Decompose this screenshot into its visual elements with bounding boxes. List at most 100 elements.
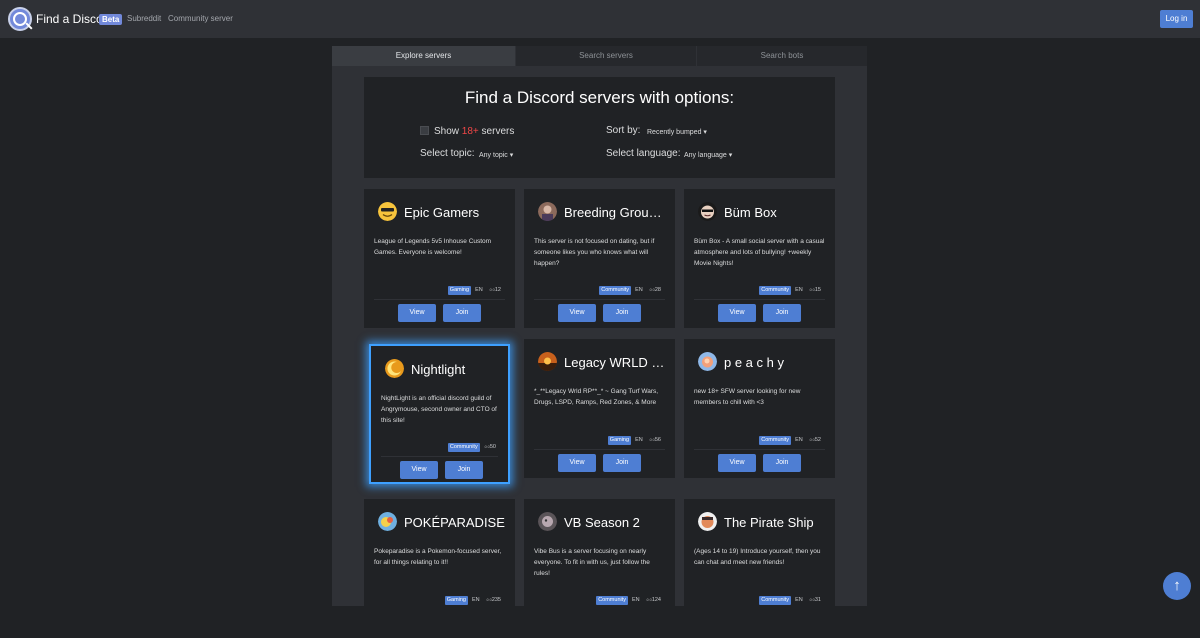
server-card: The Pirate Ship (Ages 14 to 19) Introduc… xyxy=(684,499,835,638)
server-avatar xyxy=(538,352,557,371)
member-count: 52 xyxy=(809,437,821,443)
member-count: 235 xyxy=(486,597,501,603)
nav-link-community-server[interactable]: Community server xyxy=(168,14,233,23)
show-18-label[interactable]: Show 18+ servers xyxy=(434,126,514,137)
topic-tag[interactable]: Community xyxy=(596,596,628,605)
server-name: Nightlight xyxy=(411,362,466,377)
server-meta: CommunityEN 52 xyxy=(759,435,821,445)
topic-tag[interactable]: Community xyxy=(759,436,792,445)
join-button[interactable]: Join xyxy=(763,304,801,322)
member-count: 31 xyxy=(809,597,821,603)
server-meta: GamingEN 12 xyxy=(447,285,501,295)
server-meta: Community EN 124 xyxy=(596,595,661,605)
server-card: Büm Box Büm Box - A small social server … xyxy=(684,189,835,328)
nav-link-subreddit[interactable]: Subreddit xyxy=(127,14,161,23)
tab-search-servers[interactable]: Search servers xyxy=(516,46,696,66)
topic-tag[interactable]: Gaming xyxy=(444,596,468,605)
server-avatar xyxy=(538,512,557,531)
join-button[interactable]: Join xyxy=(603,454,641,472)
member-count: 28 xyxy=(649,287,661,293)
view-button[interactable]: View xyxy=(718,304,756,322)
server-description: *_**Legacy Wrld RP**_* ~ Gang Turf Wars,… xyxy=(534,388,659,406)
server-avatar xyxy=(378,202,397,221)
server-avatar xyxy=(538,202,557,221)
server-meta: Gaming EN 235 xyxy=(444,595,501,605)
view-button[interactable]: View xyxy=(400,461,438,479)
topic-tag[interactable]: Gaming xyxy=(447,286,472,295)
topic-label: Select topic: xyxy=(420,148,475,159)
language-code: EN xyxy=(635,287,643,293)
server-meta: CommunityEN 15 xyxy=(759,285,821,295)
member-count: 124 xyxy=(646,597,661,603)
language-code: EN xyxy=(472,597,480,603)
scroll-to-top-button[interactable]: ↑ xyxy=(1163,572,1191,600)
topic-tag[interactable]: Community xyxy=(447,443,480,452)
tab-search-bots[interactable]: Search bots xyxy=(697,46,867,66)
server-description: NightLight is an official discord guild … xyxy=(381,395,497,424)
card-divider xyxy=(534,299,665,300)
tab-bar: Explore servers Search servers Search bo… xyxy=(332,46,867,66)
view-button[interactable]: View xyxy=(398,304,436,322)
server-avatar xyxy=(698,352,717,371)
login-button[interactable]: Log in xyxy=(1160,10,1193,28)
beta-badge: Beta xyxy=(99,14,123,25)
language-code: EN xyxy=(795,287,803,293)
server-name: VB Season 2 xyxy=(564,515,640,530)
server-card: Legacy WRLD RP *_**Legacy Wrld RP**_* ~ … xyxy=(524,339,675,478)
topic-tag[interactable]: Community xyxy=(759,286,792,295)
server-name: The Pirate Ship xyxy=(724,515,814,530)
server-name: Epic Gamers xyxy=(404,205,480,220)
server-name: POKÉPARADISE xyxy=(404,515,505,530)
navbar: Find a Discord Beta Subreddit Community … xyxy=(0,0,1200,38)
magnifier-logo-icon[interactable] xyxy=(8,7,32,31)
show-suffix: servers xyxy=(481,126,515,137)
server-card: Epic Gamers League of Legends 5v5 Inhous… xyxy=(364,189,515,328)
server-avatar xyxy=(385,359,404,378)
server-name: p e a c h y xyxy=(724,355,784,370)
server-card: VB Season 2 Vibe Bus is a server focusin… xyxy=(524,499,675,638)
view-button[interactable]: View xyxy=(558,304,596,322)
server-description: This server is not focused on dating, bu… xyxy=(534,238,655,267)
language-code: EN xyxy=(475,287,483,293)
language-dropdown[interactable]: Any language xyxy=(684,151,732,159)
age-rating: 18+ xyxy=(461,126,479,137)
tab-explore-servers[interactable]: Explore servers xyxy=(332,46,515,66)
show-prefix: Show xyxy=(434,126,460,137)
options-title: Find a Discord servers with options: xyxy=(464,88,735,107)
view-button[interactable]: View xyxy=(558,454,596,472)
topic-dropdown[interactable]: Any topic xyxy=(479,151,513,159)
language-code: EN xyxy=(635,437,643,443)
server-description: Pokeparadise is a Pokemon-focused server… xyxy=(374,548,502,566)
server-description: (Ages 14 to 19) Introduce yourself, then… xyxy=(694,548,821,566)
member-count: 56 xyxy=(649,437,661,443)
member-count: 15 xyxy=(809,287,821,293)
join-button[interactable]: Join xyxy=(445,461,483,479)
card-divider xyxy=(534,449,665,450)
view-button[interactable]: View xyxy=(718,454,756,472)
server-description: new 18+ SFW server looking for new membe… xyxy=(694,388,801,406)
server-meta: CommunityEN 31 xyxy=(759,595,821,605)
server-name: Legacy WRLD RP xyxy=(564,355,666,370)
sort-dropdown[interactable]: Recently bumped xyxy=(647,128,707,136)
server-card: Breeding Grounds This server is not focu… xyxy=(524,189,675,328)
server-description: Vibe Bus is a server focusing on nearly … xyxy=(534,548,650,577)
server-avatar xyxy=(378,512,397,531)
join-button[interactable]: Join xyxy=(443,304,481,322)
language-code: EN xyxy=(632,597,640,603)
language-code: EN xyxy=(795,437,803,443)
join-button[interactable]: Join xyxy=(603,304,641,322)
card-divider xyxy=(694,449,825,450)
join-button[interactable]: Join xyxy=(763,454,801,472)
featured-server-card: Nightlight NightLight is an official dis… xyxy=(369,344,510,484)
server-name: Büm Box xyxy=(724,205,777,220)
card-divider xyxy=(374,299,505,300)
topic-tag[interactable]: Community xyxy=(759,596,792,605)
sort-label: Sort by: xyxy=(606,125,641,136)
server-meta: CommunityEN 28 xyxy=(599,285,661,295)
topic-tag[interactable]: Gaming xyxy=(607,436,632,445)
member-count: 50 xyxy=(484,444,496,450)
show-18-checkbox[interactable] xyxy=(420,126,429,135)
server-meta: Community 50 xyxy=(447,442,496,452)
server-description: Büm Box - A small social server with a c… xyxy=(694,238,825,267)
topic-tag[interactable]: Community xyxy=(599,286,632,295)
